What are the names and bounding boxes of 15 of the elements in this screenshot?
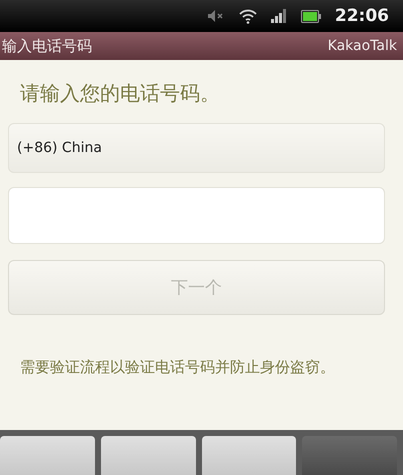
- keyboard-key[interactable]: [302, 436, 397, 475]
- keyboard-key[interactable]: [0, 436, 95, 475]
- keyboard-key[interactable]: [100, 436, 196, 475]
- screen-title: 输入电话号码: [2, 36, 92, 56]
- wifi-icon: [238, 8, 257, 24]
- phone-input-field[interactable]: [8, 187, 385, 244]
- clock-time: 22:06: [334, 6, 389, 26]
- country-selector[interactable]: (+86) China: [8, 123, 385, 173]
- keyboard-key[interactable]: [202, 436, 296, 475]
- note-text: 需要验证流程以验证电话号码并防止身份盗窃。: [20, 357, 336, 377]
- heading-text: 请输入您的电话号码。: [20, 80, 221, 107]
- signal-icon: [270, 9, 287, 23]
- battery-icon: [300, 10, 321, 22]
- mute-icon: [206, 9, 225, 23]
- app-name: KakaoTalk: [328, 38, 397, 54]
